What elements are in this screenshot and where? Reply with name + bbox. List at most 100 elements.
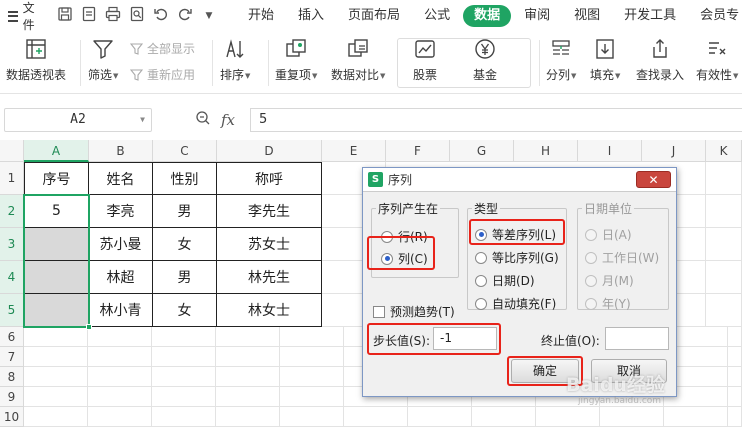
column-header-a[interactable]: A xyxy=(24,140,89,162)
date-unit-day-radio[interactable]: 日(A) xyxy=(585,226,632,243)
column-header-j[interactable]: J xyxy=(642,140,706,162)
table-header-cell[interactable]: 姓名 xyxy=(89,162,153,195)
row-header-9[interactable]: 9 xyxy=(0,387,24,407)
file-menu[interactable]: 文件 xyxy=(0,0,39,32)
print-preview-icon[interactable] xyxy=(125,6,149,26)
table-cell[interactable] xyxy=(24,261,89,294)
grid-cell[interactable] xyxy=(706,228,742,261)
series-in-rows-radio[interactable]: 行(R) xyxy=(381,228,428,245)
stop-value-input[interactable] xyxy=(605,327,669,350)
series-in-columns-radio[interactable]: 列(C) xyxy=(381,250,428,267)
table-cell[interactable]: 林先生 xyxy=(217,261,322,294)
more-dropdown-icon[interactable]: ▼ xyxy=(197,11,221,21)
row-header-8[interactable]: 8 xyxy=(0,367,24,387)
save-icon[interactable] xyxy=(53,6,77,26)
column-header-b[interactable]: B xyxy=(89,140,153,162)
name-box[interactable]: A2 ▼ xyxy=(4,108,152,132)
tab-page-layout[interactable]: 页面布局 xyxy=(337,5,411,27)
close-button[interactable]: ✕ xyxy=(636,171,671,188)
chevron-down-icon[interactable]: ▼ xyxy=(312,72,317,80)
chevron-down-icon[interactable]: ▼ xyxy=(380,72,385,80)
chevron-down-icon[interactable]: ▼ xyxy=(733,72,738,80)
chevron-down-icon[interactable]: ▼ xyxy=(140,109,145,131)
table-cell[interactable] xyxy=(24,294,89,327)
column-header-i[interactable]: I xyxy=(578,140,642,162)
column-header-c[interactable]: C xyxy=(153,140,217,162)
table-header-cell[interactable]: 序号 xyxy=(24,162,89,195)
date-unit-year-radio[interactable]: 年(Y) xyxy=(585,295,631,312)
table-cell[interactable]: 李先生 xyxy=(217,195,322,228)
column-header-h[interactable]: H xyxy=(514,140,578,162)
row-header-10[interactable]: 10 xyxy=(0,407,24,427)
column-header-k[interactable]: K xyxy=(706,140,742,162)
pivot-table-button[interactable]: 数据透视表 xyxy=(6,36,66,83)
cancel-button[interactable]: 取消 xyxy=(591,359,667,383)
split-column-button[interactable]: 分列▼ xyxy=(546,36,576,83)
grid-cell[interactable] xyxy=(706,195,742,228)
table-header-cell[interactable]: 性别 xyxy=(153,162,217,195)
row-header-1[interactable]: 1 xyxy=(0,162,24,195)
table-cell[interactable]: 林女士 xyxy=(217,294,322,327)
tab-insert[interactable]: 插入 xyxy=(287,5,335,27)
grid-cell[interactable] xyxy=(706,294,742,327)
grid-row-10[interactable] xyxy=(24,407,742,427)
trend-checkbox[interactable]: 预测趋势(T) xyxy=(373,303,455,320)
lookup-entry-button[interactable]: 查找录入 xyxy=(636,36,684,83)
row-header-6[interactable]: 6 xyxy=(0,327,24,347)
table-cell[interactable]: 林超 xyxy=(89,261,153,294)
print-icon[interactable] xyxy=(101,6,125,26)
chevron-down-icon[interactable]: ▼ xyxy=(615,72,620,80)
tab-formulas[interactable]: 公式 xyxy=(413,5,461,27)
reapply-button[interactable]: 重新应用 xyxy=(129,66,195,83)
tab-member[interactable]: 会员专 xyxy=(689,5,742,27)
chevron-down-icon[interactable]: ▼ xyxy=(571,72,576,80)
stock-button[interactable]: 股票 xyxy=(412,36,438,83)
row-header-5[interactable]: 5 xyxy=(0,294,24,327)
tab-home[interactable]: 开始 xyxy=(237,5,285,27)
show-all-button[interactable]: 全部显示 xyxy=(129,40,195,57)
row-header-2[interactable]: 2 xyxy=(0,195,24,228)
undo-icon[interactable] xyxy=(149,6,173,26)
validity-button[interactable]: 有效性▼ xyxy=(696,36,738,83)
redo-icon[interactable] xyxy=(173,6,197,26)
table-cell[interactable]: 男 xyxy=(153,195,217,228)
column-header-e[interactable]: E xyxy=(322,140,386,162)
table-cell[interactable]: 男 xyxy=(153,261,217,294)
duplicates-button[interactable]: 重复项▼ xyxy=(275,36,317,83)
linear-series-radio[interactable]: 等差序列(L) xyxy=(475,226,556,243)
fill-button[interactable]: 填充▼ xyxy=(590,36,620,83)
select-all-corner[interactable] xyxy=(0,140,24,162)
row-header-3[interactable]: 3 xyxy=(0,228,24,261)
table-cell[interactable] xyxy=(24,228,89,261)
table-cell[interactable]: 5 xyxy=(24,195,89,228)
date-unit-weekday-radio[interactable]: 工作日(W) xyxy=(585,249,659,266)
tab-review[interactable]: 审阅 xyxy=(513,5,561,27)
table-cell[interactable]: 女 xyxy=(153,228,217,261)
ok-button[interactable]: 确定 xyxy=(511,359,579,383)
tab-developer[interactable]: 开发工具 xyxy=(613,5,687,27)
column-header-g[interactable]: G xyxy=(450,140,514,162)
row-header-4[interactable]: 4 xyxy=(0,261,24,294)
tab-view[interactable]: 视图 xyxy=(563,5,611,27)
table-cell[interactable]: 苏小曼 xyxy=(89,228,153,261)
data-compare-button[interactable]: 数据对比▼ xyxy=(331,36,385,83)
chevron-down-icon[interactable]: ▼ xyxy=(245,72,250,80)
tab-data[interactable]: 数据 xyxy=(463,5,512,27)
table-cell[interactable]: 林小青 xyxy=(89,294,153,327)
zoom-search-icon[interactable] xyxy=(195,110,211,129)
date-unit-month-radio[interactable]: 月(M) xyxy=(585,272,634,289)
table-cell[interactable]: 苏女士 xyxy=(217,228,322,261)
autofill-series-radio[interactable]: 自动填充(F) xyxy=(475,295,556,312)
column-header-f[interactable]: F xyxy=(386,140,450,162)
table-cell[interactable]: 女 xyxy=(153,294,217,327)
insert-function-icon[interactable]: fx xyxy=(221,111,235,129)
table-cell[interactable]: 李亮 xyxy=(89,195,153,228)
date-series-radio[interactable]: 日期(D) xyxy=(475,272,535,289)
growth-series-radio[interactable]: 等比序列(G) xyxy=(475,249,559,266)
column-header-d[interactable]: D xyxy=(217,140,322,162)
formula-input[interactable]: 5 xyxy=(250,108,742,132)
step-value-input[interactable]: -1 xyxy=(433,327,497,350)
filter-button[interactable]: 筛选▼ xyxy=(88,36,118,83)
chevron-down-icon[interactable]: ▼ xyxy=(113,72,118,80)
fill-handle[interactable] xyxy=(86,324,92,330)
